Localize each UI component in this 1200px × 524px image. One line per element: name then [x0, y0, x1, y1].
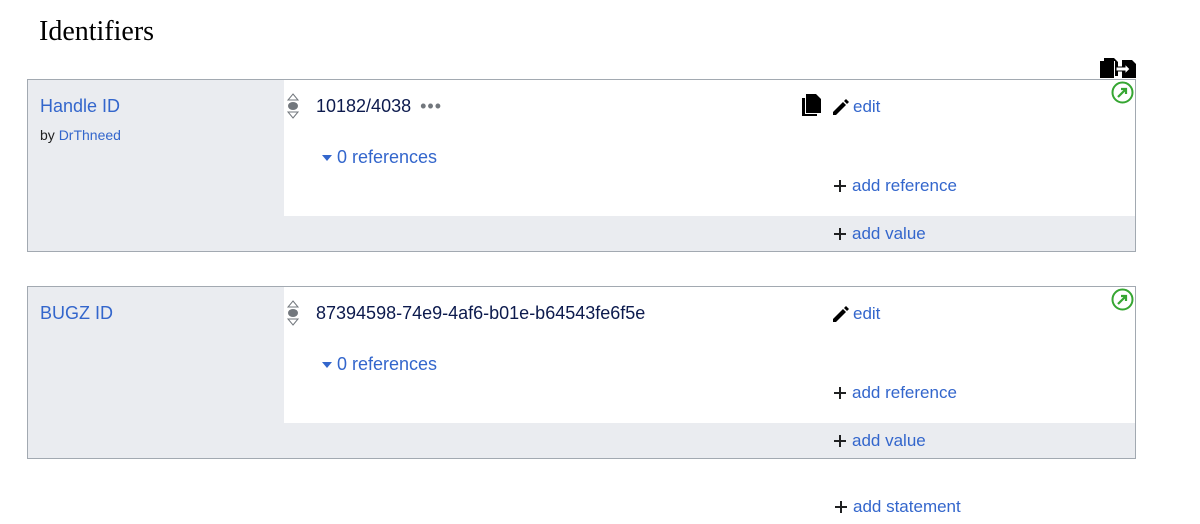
- pencil-icon: [833, 306, 849, 322]
- external-link-icon[interactable]: [1111, 81, 1134, 104]
- add-value-button[interactable]: add value: [833, 431, 926, 451]
- copy-icon[interactable]: [801, 93, 823, 117]
- external-link-icon[interactable]: [1111, 288, 1134, 311]
- caret-down-icon: [322, 361, 332, 368]
- property-label: Handle ID by DrThneed: [40, 96, 121, 143]
- rank-normal-icon[interactable]: [286, 300, 300, 326]
- value-text: 10182/4038: [316, 96, 412, 116]
- statement: 10182/4038 ••• edit 0 references add ref…: [284, 80, 1135, 216]
- add-reference-link[interactable]: add reference: [852, 176, 957, 196]
- add-value-link[interactable]: add value: [852, 224, 926, 244]
- rank-normal-icon[interactable]: [286, 93, 300, 119]
- property-label: BUGZ ID: [40, 303, 113, 324]
- plus-icon: [834, 387, 846, 399]
- statement: 87394598-74e9-4af6-b01e-b64543fe6f5e edi…: [284, 287, 1135, 423]
- plus-icon: [834, 435, 846, 447]
- more-options-icon[interactable]: •••: [420, 96, 442, 116]
- references-toggle[interactable]: 0 references: [322, 147, 437, 168]
- plus-icon: [835, 501, 847, 513]
- references-label: 0 references: [337, 354, 438, 374]
- references-toggle[interactable]: 0 references: [322, 354, 437, 375]
- value-text: 87394598-74e9-4af6-b01e-b64543fe6f5e: [316, 303, 646, 323]
- edit-control[interactable]: edit: [831, 304, 880, 324]
- property-link-bugz-id[interactable]: BUGZ ID: [40, 303, 113, 324]
- statement-group-handle-id: Handle ID by DrThneed 10182/4038 ••• edi…: [27, 79, 1136, 252]
- byline-prefix: by: [40, 127, 55, 143]
- pencil-icon: [833, 99, 849, 115]
- property-byline: by DrThneed: [40, 127, 121, 143]
- add-reference-link[interactable]: add reference: [852, 383, 957, 403]
- byline-user-link[interactable]: DrThneed: [59, 127, 121, 143]
- edit-control[interactable]: edit: [831, 97, 880, 117]
- copy-move-icon[interactable]: [1098, 56, 1140, 80]
- plus-icon: [834, 180, 846, 192]
- add-statement-link[interactable]: add statement: [853, 497, 961, 517]
- statement-value: 87394598-74e9-4af6-b01e-b64543fe6f5e: [316, 303, 645, 324]
- add-reference-button[interactable]: add reference: [833, 383, 957, 403]
- statement-group-bugz-id: BUGZ ID 87394598-74e9-4af6-b01e-b64543fe…: [27, 286, 1136, 459]
- add-statement-button[interactable]: add statement: [834, 497, 961, 517]
- references-label: 0 references: [337, 147, 438, 167]
- add-reference-button[interactable]: add reference: [833, 176, 957, 196]
- plus-icon: [834, 228, 846, 240]
- section-heading: Identifiers: [39, 16, 155, 47]
- caret-down-icon: [322, 154, 332, 161]
- property-link-handle-id[interactable]: Handle ID: [40, 96, 121, 117]
- add-value-button[interactable]: add value: [833, 224, 926, 244]
- edit-link[interactable]: edit: [853, 304, 880, 324]
- add-value-link[interactable]: add value: [852, 431, 926, 451]
- edit-link[interactable]: edit: [853, 97, 880, 117]
- statement-value: 10182/4038 •••: [316, 96, 442, 117]
